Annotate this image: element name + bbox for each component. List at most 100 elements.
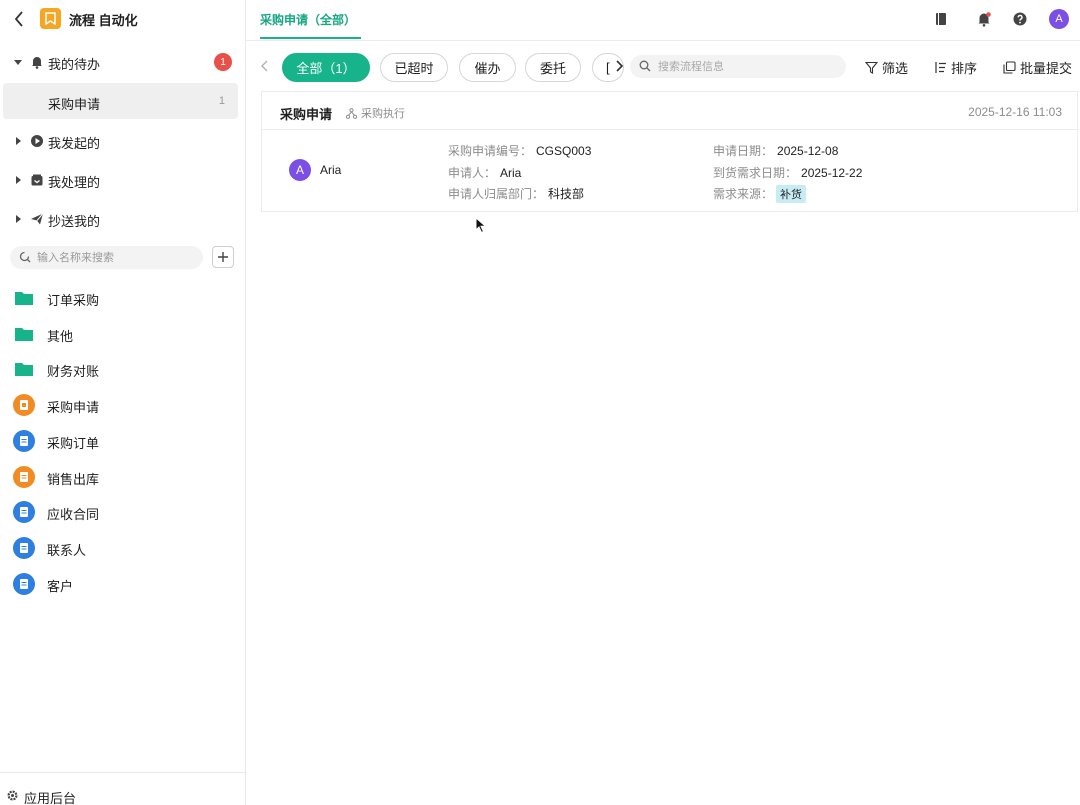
process-search-input[interactable]: [658, 58, 838, 75]
add-button[interactable]: [212, 246, 234, 268]
sidebar-item-label: 其他: [47, 329, 74, 344]
sidebar: 流程 自动化 我的待办 1 采购申请 1 我发起的 我处理的 抄送我的 输入名称…: [0, 0, 246, 805]
sidebar-search: [10, 246, 203, 269]
batch-icon: [1003, 60, 1016, 74]
caret-down-icon: [14, 60, 22, 65]
sidebar-header: 流程 自动化: [0, 0, 246, 38]
document-icon: [13, 537, 35, 559]
folder-icon: [15, 328, 33, 341]
field-value: Aria: [500, 166, 522, 180]
search-icon: [19, 251, 31, 263]
sidebar-item-label: 订单采购: [47, 293, 100, 308]
sidebar-item-label: 采购订单: [47, 436, 100, 451]
form-icon: [13, 394, 35, 416]
document-icon: [13, 501, 35, 523]
top-bar: 采购申请（全部） A: [246, 0, 1080, 41]
group-label: 我发起的: [48, 136, 101, 151]
todo-count-badge: 1: [214, 53, 232, 71]
tab-purchase-request-all[interactable]: 采购申请（全部）: [260, 0, 361, 39]
group-label: 抄送我的: [48, 214, 101, 229]
card-body[interactable]: A Aria 采购申请编号： CGSQ003 申请人： Aria 申请人归属部门：科…: [262, 130, 1079, 212]
document-icon: [13, 573, 35, 595]
field-value: 科技部: [548, 187, 585, 201]
app-title: 流程 自动化: [69, 13, 138, 28]
plus-icon: [218, 252, 228, 262]
folder-icon: [15, 292, 33, 305]
folder-icon: [15, 363, 33, 376]
batch-submit-label: 批量提交: [1020, 60, 1073, 76]
sidebar-item-other[interactable]: 其他: [0, 317, 246, 351]
group-cc[interactable]: 抄送我的: [0, 203, 246, 235]
tab-label: 采购申请（全部）: [260, 13, 357, 27]
sidebar-item-label: 采购申请: [47, 400, 100, 415]
sidebar-item-label: 联系人: [47, 543, 87, 558]
workflow-icon: [346, 107, 357, 119]
field-department: 申请人归属部门： 科技部: [448, 185, 584, 202]
filter-chip-urge[interactable]: 催办: [459, 53, 516, 82]
gear-icon: [7, 790, 18, 801]
field-value: 2025-12-22: [801, 166, 863, 180]
field-value: 2025-12-08: [777, 144, 839, 158]
sidebar-search-input[interactable]: [37, 249, 197, 266]
filter-chip-all[interactable]: 全部（1）: [282, 53, 370, 82]
sidebar-item-purchase-request-form[interactable]: 采购申请: [0, 388, 246, 422]
app-logo: [40, 8, 61, 29]
filter-chip-overdue[interactable]: 已超时: [380, 53, 448, 82]
applicant-avatar: A: [289, 159, 311, 181]
group-initiated[interactable]: 我发起的: [0, 125, 246, 157]
sidebar-item-order-purchase[interactable]: 订单采购: [0, 281, 246, 315]
book-button[interactable]: [932, 10, 950, 28]
sidebar-item-label: 客户: [47, 579, 74, 594]
bell-icon: [32, 57, 42, 69]
field-key: 申请日期：: [713, 144, 774, 158]
sidebar-item-sales-outbound[interactable]: 销售出库: [0, 460, 246, 494]
field-delivery-date: 到货需求日期： 2025-12-22: [713, 164, 862, 181]
process-search: [630, 55, 846, 78]
help-button[interactable]: [1011, 10, 1029, 28]
app-admin-label: 应用后台: [24, 791, 77, 805]
chevron-left-icon[interactable]: [258, 58, 272, 74]
card-timestamp: 2025-12-16 11:03: [968, 105, 1062, 119]
bookmark-icon: [45, 12, 56, 25]
back-button[interactable]: [10, 9, 28, 29]
applicant-name: Aria: [320, 163, 342, 177]
field-demand-source: 需求来源： 补货: [713, 185, 807, 203]
app-admin-link[interactable]: 应用后台: [0, 772, 246, 805]
filter-button[interactable]: 筛选: [865, 58, 908, 76]
filter-chip-delegate[interactable]: 委托: [525, 53, 581, 82]
sidebar-item-receivable-contract[interactable]: 应收合同: [0, 495, 246, 529]
field-key: 申请人归属部门：: [448, 187, 545, 201]
group-handled[interactable]: 我处理的: [0, 164, 246, 196]
card-header: 采购申请 采购执行 2025-12-16 11:03: [262, 91, 1079, 130]
sidebar-item-contacts[interactable]: 联系人: [0, 531, 246, 565]
main-panel: 采购申请（全部） A 全部（1） 已超时 催办 委托 [搜索流程信息 筛选 排…: [246, 0, 1080, 805]
field-request-date: 申请日期： 2025-12-08: [713, 142, 838, 159]
group-label: 我处理的: [48, 175, 101, 190]
caret-right-icon: [16, 176, 21, 184]
sidebar-item-count: 1: [218, 95, 225, 107]
batch-submit-button[interactable]: 批量提交: [1003, 58, 1072, 76]
chevron-right-icon[interactable]: [612, 58, 626, 74]
caret-right-icon: [16, 215, 21, 223]
caret-right-icon: [16, 137, 21, 145]
app-root: 流程 自动化 我的待办 1 采购申请 1 我发起的 我处理的 抄送我的 输入名称…: [0, 0, 1080, 805]
sidebar-item-finance-reconcile[interactable]: 财务对账: [0, 352, 246, 386]
play-circle-icon: [31, 135, 43, 147]
field-value: CGSQ003: [536, 144, 592, 158]
sidebar-item-label: 应收合同: [47, 507, 100, 522]
filter-label: 筛选: [882, 60, 909, 76]
bell-icon: [978, 12, 991, 27]
field-applicant: 申请人： Aria: [448, 164, 521, 181]
group-my-todo[interactable]: 我的待办 1: [0, 46, 246, 78]
sidebar-item-purchase-order[interactable]: 采购订单: [0, 424, 246, 458]
notifications-button[interactable]: [975, 10, 993, 28]
card-title: 采购申请: [280, 107, 333, 122]
card-flow-label: 采购执行: [361, 108, 405, 120]
search-icon: [639, 60, 651, 72]
user-avatar[interactable]: A: [1049, 9, 1069, 29]
group-label: 我的待办: [48, 57, 101, 72]
sidebar-item-customers[interactable]: 客户: [0, 567, 246, 601]
sidebar-item-purchase-request[interactable]: 采购申请 1: [3, 83, 238, 119]
sort-button[interactable]: 排序: [934, 58, 977, 76]
field-request-number: 采购申请编号： CGSQ003: [448, 142, 591, 159]
